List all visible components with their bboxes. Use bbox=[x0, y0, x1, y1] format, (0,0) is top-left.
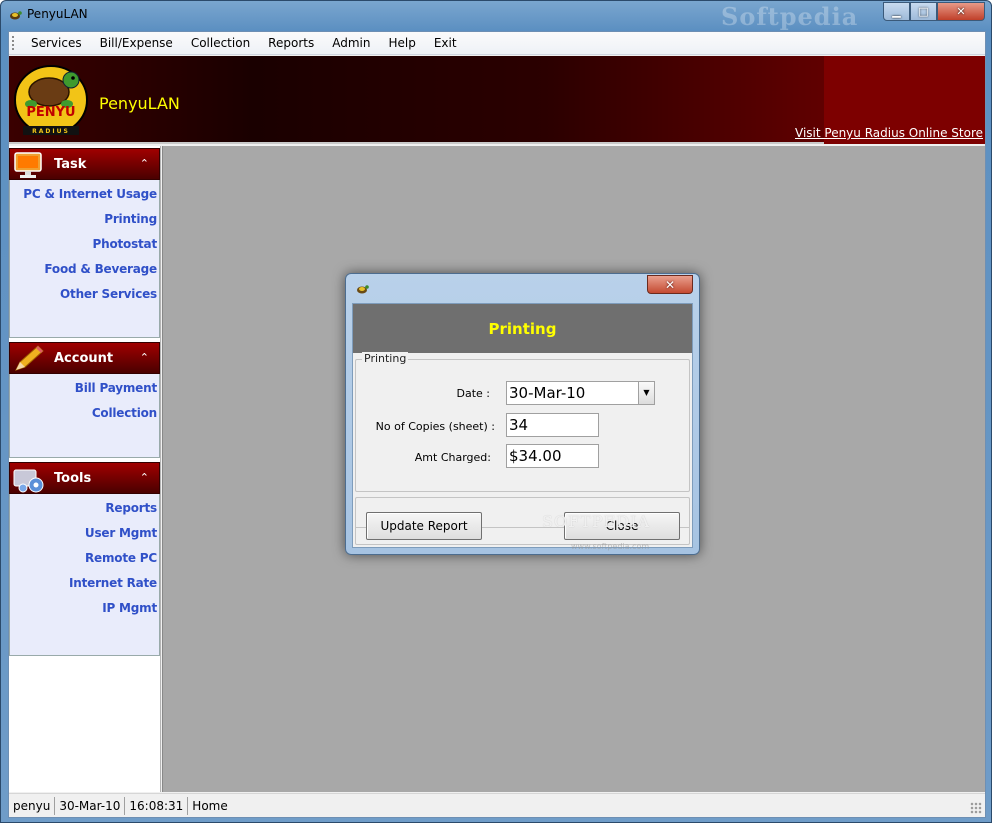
maximize-icon: □ bbox=[918, 5, 929, 18]
amount-label: Amt Charged: bbox=[414, 451, 491, 464]
turtle-app-icon bbox=[10, 11, 22, 20]
task-panel: Task ⌃ PC & Internet Usage Printing Phot… bbox=[9, 148, 160, 338]
chevron-down-icon[interactable]: ▼ bbox=[638, 382, 654, 404]
dialog-button-group: Update Report Close SOFTPEDIA www.softpe… bbox=[355, 497, 690, 551]
sidebar-item-collection[interactable]: Collection bbox=[10, 401, 159, 426]
softpedia-url-watermark: www.softpedia.com bbox=[571, 542, 650, 551]
dialog-title: Printing bbox=[488, 320, 557, 338]
softpedia-watermark: SOFTPEDIA bbox=[542, 512, 650, 531]
copies-label: No of Copies (sheet) : bbox=[375, 420, 495, 433]
header-banner: PENYU RADIUS PenyuLAN Visit Penyu Radius… bbox=[9, 56, 985, 144]
dialog-close-button[interactable]: ✕ bbox=[647, 275, 693, 294]
close-window-button[interactable]: ✕ bbox=[937, 2, 985, 21]
sidebar-item-user-mgmt[interactable]: User Mgmt bbox=[10, 521, 159, 546]
account-panel-header[interactable]: Account ⌃ bbox=[9, 342, 160, 374]
date-value: 30-Mar-10 bbox=[509, 384, 586, 402]
date-label: Date : bbox=[456, 387, 491, 400]
tools-gear-icon bbox=[13, 469, 44, 493]
sidebar-item-ip-mgmt[interactable]: IP Mgmt bbox=[10, 596, 159, 621]
status-location: Home bbox=[192, 798, 228, 813]
maximize-button[interactable]: □ bbox=[910, 2, 937, 21]
close-icon: ✕ bbox=[956, 5, 966, 18]
account-panel: Account ⌃ Bill Payment Collection bbox=[9, 342, 160, 458]
status-bar: penyu 30-Mar-10 16:08:31 Home bbox=[9, 793, 985, 817]
date-combobox[interactable]: 30-Mar-10 ▼ bbox=[506, 381, 655, 405]
menu-services[interactable]: Services bbox=[22, 32, 91, 54]
sidebar-item-internet-rate[interactable]: Internet Rate bbox=[10, 571, 159, 596]
chevron-up-icon[interactable]: ⌃ bbox=[140, 157, 149, 170]
menu-collection[interactable]: Collection bbox=[182, 32, 259, 54]
status-date: 30-Mar-10 bbox=[55, 796, 126, 815]
minimize-button[interactable]: ▁ bbox=[883, 2, 910, 21]
pencil-icon bbox=[15, 345, 44, 371]
menu-grip-icon bbox=[12, 36, 18, 50]
menu-help[interactable]: Help bbox=[379, 32, 424, 54]
task-panel-header[interactable]: Task ⌃ bbox=[9, 148, 160, 180]
amount-input[interactable]: $34.00 bbox=[506, 444, 599, 468]
menu-bar: Services Bill/Expense Collection Reports… bbox=[9, 32, 985, 55]
window-title: PenyuLAN bbox=[27, 7, 88, 21]
task-sidebar: Task ⌃ PC & Internet Usage Printing Phot… bbox=[9, 146, 161, 792]
sidebar-item-reports[interactable]: Reports bbox=[10, 496, 159, 521]
sidebar-item-pc-internet-usage[interactable]: PC & Internet Usage bbox=[10, 182, 159, 207]
tools-panel: Tools ⌃ Reports User Mgmt Remote PC Inte… bbox=[9, 462, 160, 656]
menu-admin[interactable]: Admin bbox=[323, 32, 379, 54]
tools-panel-header[interactable]: Tools ⌃ bbox=[9, 462, 160, 494]
sidebar-item-remote-pc[interactable]: Remote PC bbox=[10, 546, 159, 571]
menu-exit[interactable]: Exit bbox=[425, 32, 466, 54]
task-panel-title: Task bbox=[54, 157, 87, 172]
app-window: PenyuLAN Softpedia ▁ □ ✕ Services Bill/E… bbox=[0, 0, 992, 823]
printing-dialog: ✕ Printing Printing Date : 30-Mar-10 ▼ N… bbox=[345, 273, 700, 555]
sidebar-item-printing[interactable]: Printing bbox=[10, 207, 159, 232]
svg-text:PENYU: PENYU bbox=[26, 105, 75, 120]
update-report-button[interactable]: Update Report bbox=[366, 512, 482, 540]
title-bar[interactable]: PenyuLAN Softpedia ▁ □ ✕ bbox=[1, 1, 991, 31]
menu-reports[interactable]: Reports bbox=[259, 32, 323, 54]
menu-bill-expense[interactable]: Bill/Expense bbox=[91, 32, 182, 54]
resize-grip-icon[interactable] bbox=[970, 802, 982, 814]
chevron-up-icon[interactable]: ⌃ bbox=[140, 471, 149, 484]
dialog-client: Printing Printing Date : 30-Mar-10 ▼ No … bbox=[352, 303, 693, 551]
sidebar-item-other-services[interactable]: Other Services bbox=[10, 282, 159, 307]
minimize-icon: ▁ bbox=[892, 5, 901, 18]
monitor-icon bbox=[14, 152, 42, 178]
printing-groupbox: Printing Date : 30-Mar-10 ▼ No of Copies… bbox=[355, 352, 690, 492]
groupbox-legend: Printing bbox=[362, 352, 409, 365]
online-store-link[interactable]: Visit Penyu Radius Online Store bbox=[795, 126, 983, 140]
chevron-up-icon[interactable]: ⌃ bbox=[140, 351, 149, 364]
status-time: 16:08:31 bbox=[125, 796, 189, 815]
turtle-dialog-icon bbox=[357, 285, 369, 294]
status-user: penyu bbox=[9, 796, 56, 815]
sidebar-item-food-beverage[interactable]: Food & Beverage bbox=[10, 257, 159, 282]
penyu-radius-logo: PENYU RADIUS bbox=[14, 65, 88, 135]
banner-app-name: PenyuLAN bbox=[99, 94, 180, 113]
svg-text:RADIUS: RADIUS bbox=[32, 128, 70, 135]
copies-input[interactable]: 34 bbox=[506, 413, 599, 437]
sidebar-item-photostat[interactable]: Photostat bbox=[10, 232, 159, 257]
softpedia-watermark: Softpedia bbox=[721, 2, 859, 31]
tools-panel-title: Tools bbox=[54, 471, 92, 486]
account-panel-title: Account bbox=[54, 351, 114, 366]
close-icon: ✕ bbox=[664, 277, 676, 292]
dialog-header: Printing bbox=[353, 304, 692, 353]
sidebar-item-bill-payment[interactable]: Bill Payment bbox=[10, 376, 159, 401]
